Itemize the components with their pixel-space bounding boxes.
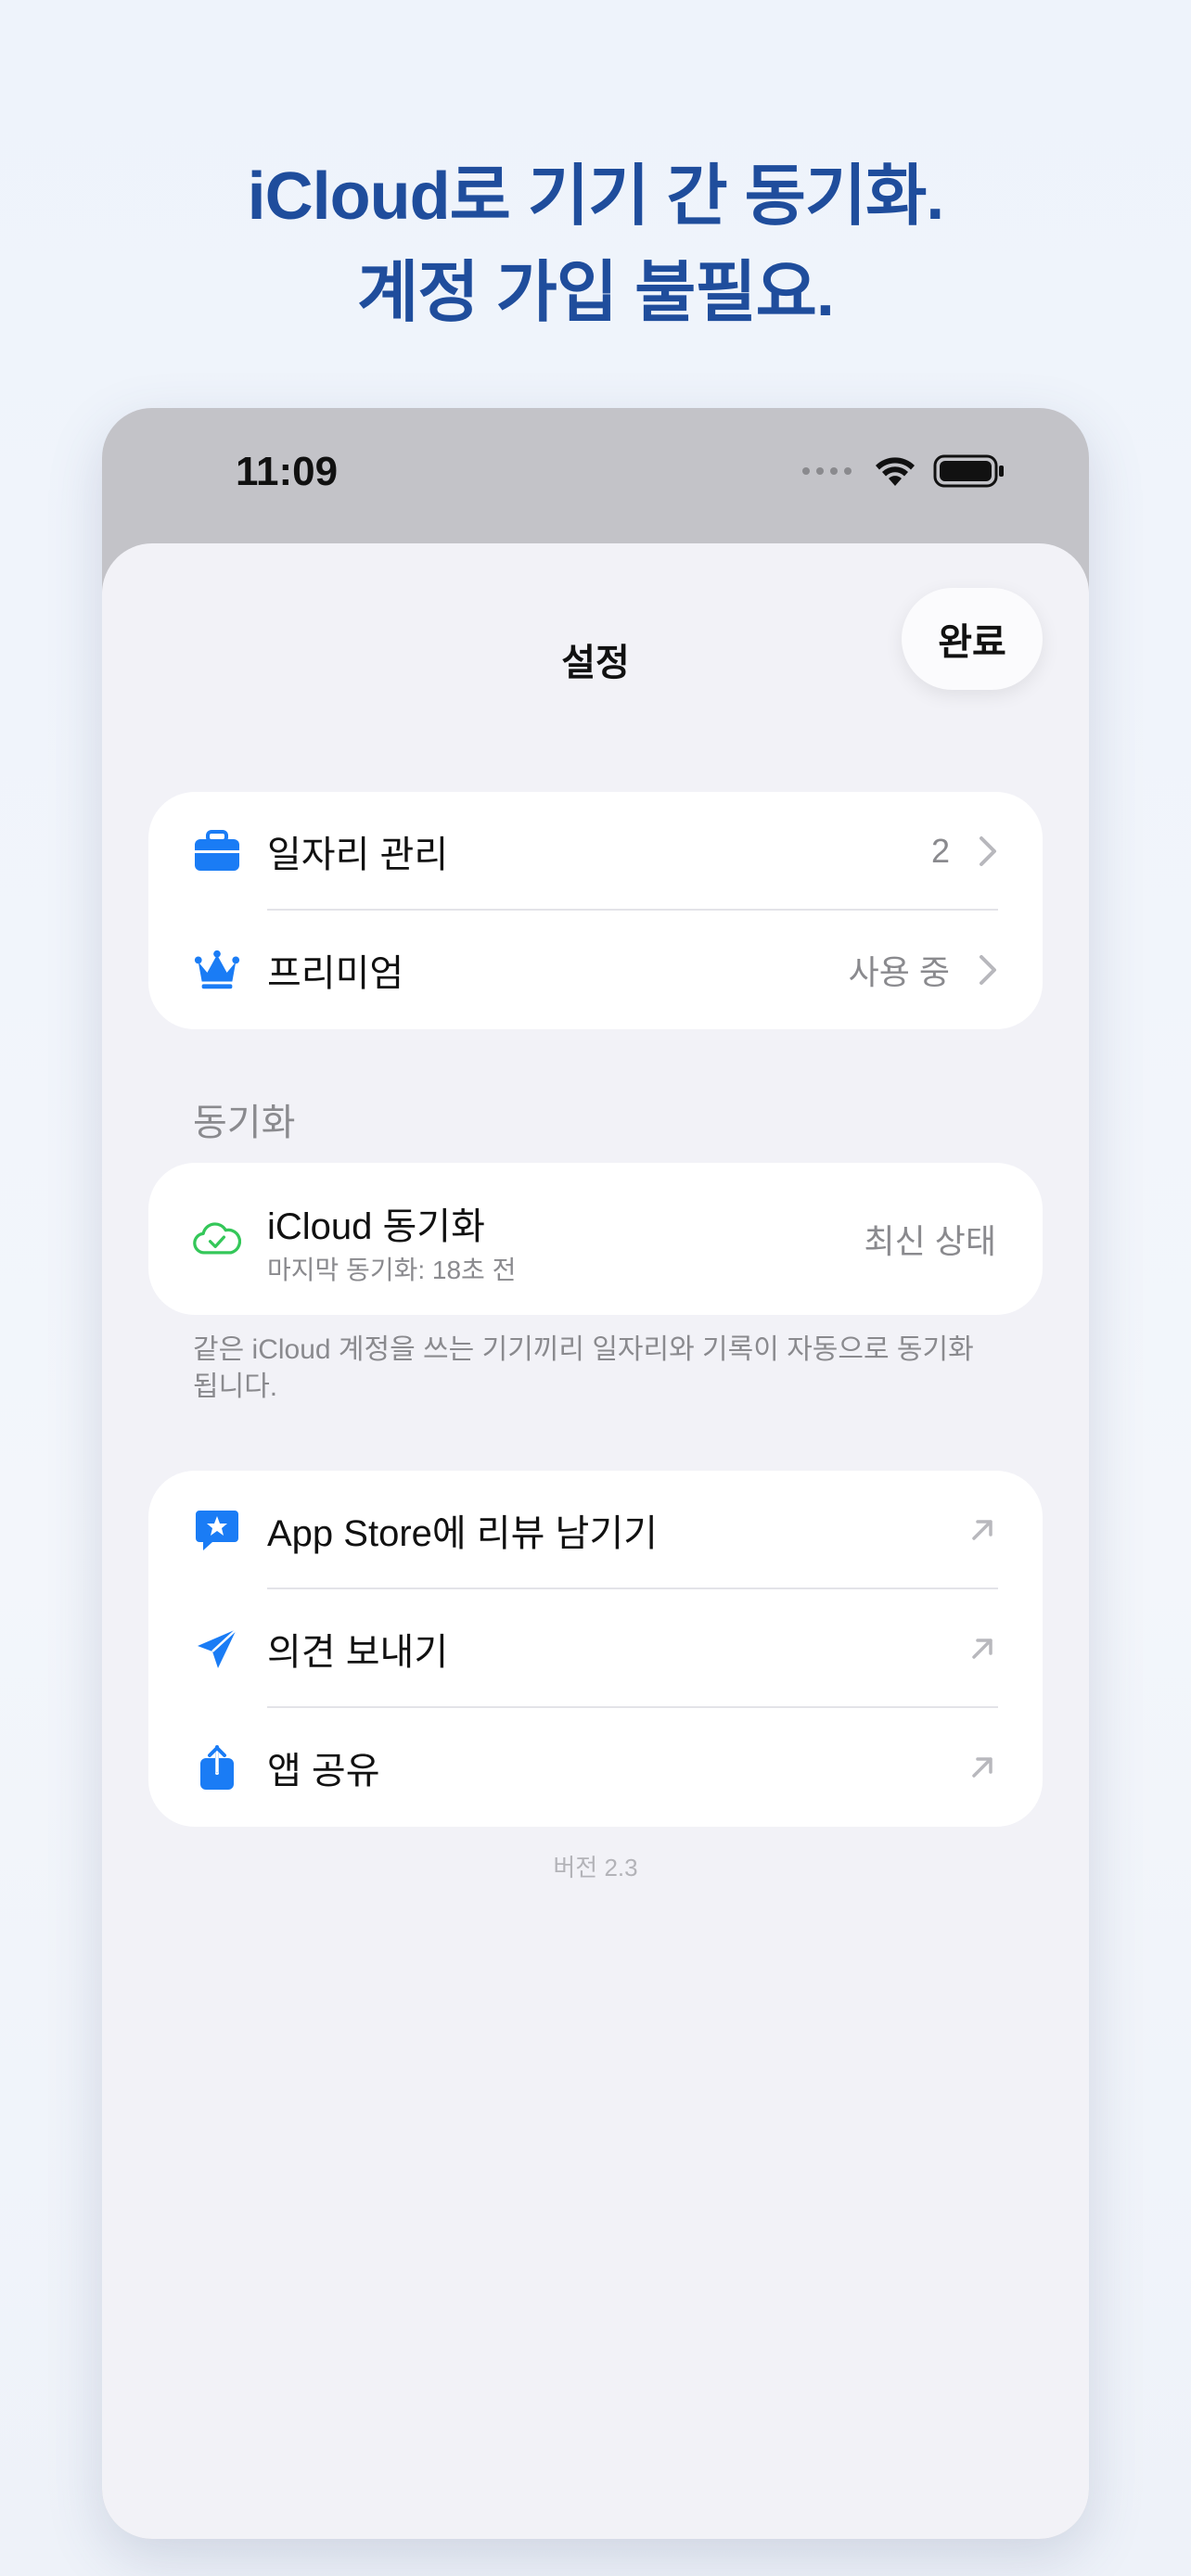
chevron-right-icon [980, 836, 996, 866]
sync-footnote: 같은 iCloud 계정을 쓰는 기기끼리 일자리와 기록이 자동으로 동기화됩… [193, 1334, 974, 1402]
briefcase-icon [193, 827, 241, 875]
row-app-store-review[interactable]: App Store에 리뷰 남기기 [148, 1471, 1043, 1589]
row-share-app[interactable]: 앱 공유 [148, 1708, 1043, 1827]
status-time: 11:09 [236, 449, 339, 494]
row-label: 일자리 관리 [267, 835, 449, 875]
settings-group-feedback: App Store에 리뷰 남기기 의견 보내기 앱 공유 [148, 1471, 1043, 1827]
sync-status: 최신 상태 [864, 1222, 996, 1260]
headline-line-1: iCloud로 기기 간 동기화. [247, 159, 945, 234]
signal-dots-icon [802, 467, 852, 475]
row-label: 의견 보내기 [267, 1632, 449, 1673]
sync-last-time: 마지막 동기화: 18초 전 [267, 1256, 517, 1284]
phone-frame: 11:09 설정 완료 일자리 관리 2 프리미엄 사용 중 동기화 iClou… [102, 408, 1089, 2539]
row-job-management[interactable]: 일자리 관리 2 [148, 792, 1043, 911]
row-value: 사용 중 [848, 953, 950, 991]
share-icon [193, 1743, 241, 1792]
paperplane-icon [193, 1625, 241, 1673]
settings-group-general: 일자리 관리 2 프리미엄 사용 중 [148, 792, 1043, 1029]
row-icloud-sync[interactable]: iCloud 동기화 마지막 동기화: 18초 전 최신 상태 [148, 1163, 1043, 1315]
external-arrow-icon [972, 1639, 992, 1659]
chevron-right-icon [980, 955, 996, 985]
status-bar: 11:09 [102, 408, 1089, 543]
cloud-check-icon [193, 1215, 241, 1263]
row-send-feedback[interactable]: 의견 보내기 [148, 1589, 1043, 1708]
status-icons [802, 453, 1005, 490]
row-premium[interactable]: 프리미엄 사용 중 [148, 911, 1043, 1029]
section-header-sync: 동기화 [193, 1103, 296, 1143]
settings-group-sync: iCloud 동기화 마지막 동기화: 18초 전 최신 상태 [148, 1163, 1043, 1315]
done-button[interactable]: 완료 [902, 588, 1043, 690]
row-label: 앱 공유 [267, 1751, 380, 1792]
sync-title: iCloud 동기화 [267, 1206, 485, 1247]
headline: iCloud로 기기 간 동기화. 계정 가입 불필요. [0, 148, 1191, 341]
version-label: 버전 2.3 [553, 1854, 638, 1881]
headline-line-2: 계정 가입 불필요. [357, 256, 835, 330]
external-arrow-icon [972, 1757, 992, 1778]
row-label: 프리미엄 [267, 953, 404, 994]
row-value: 2 [930, 832, 950, 870]
external-arrow-icon [972, 1520, 992, 1540]
battery-icon [933, 454, 1004, 488]
settings-sheet: 설정 완료 일자리 관리 2 프리미엄 사용 중 동기화 iCloud 동기화 … [102, 543, 1089, 2539]
crown-icon [193, 946, 241, 994]
star-bubble-icon [193, 1506, 241, 1554]
wifi-icon [876, 457, 915, 486]
row-label: App Store에 리뷰 남기기 [267, 1513, 658, 1554]
